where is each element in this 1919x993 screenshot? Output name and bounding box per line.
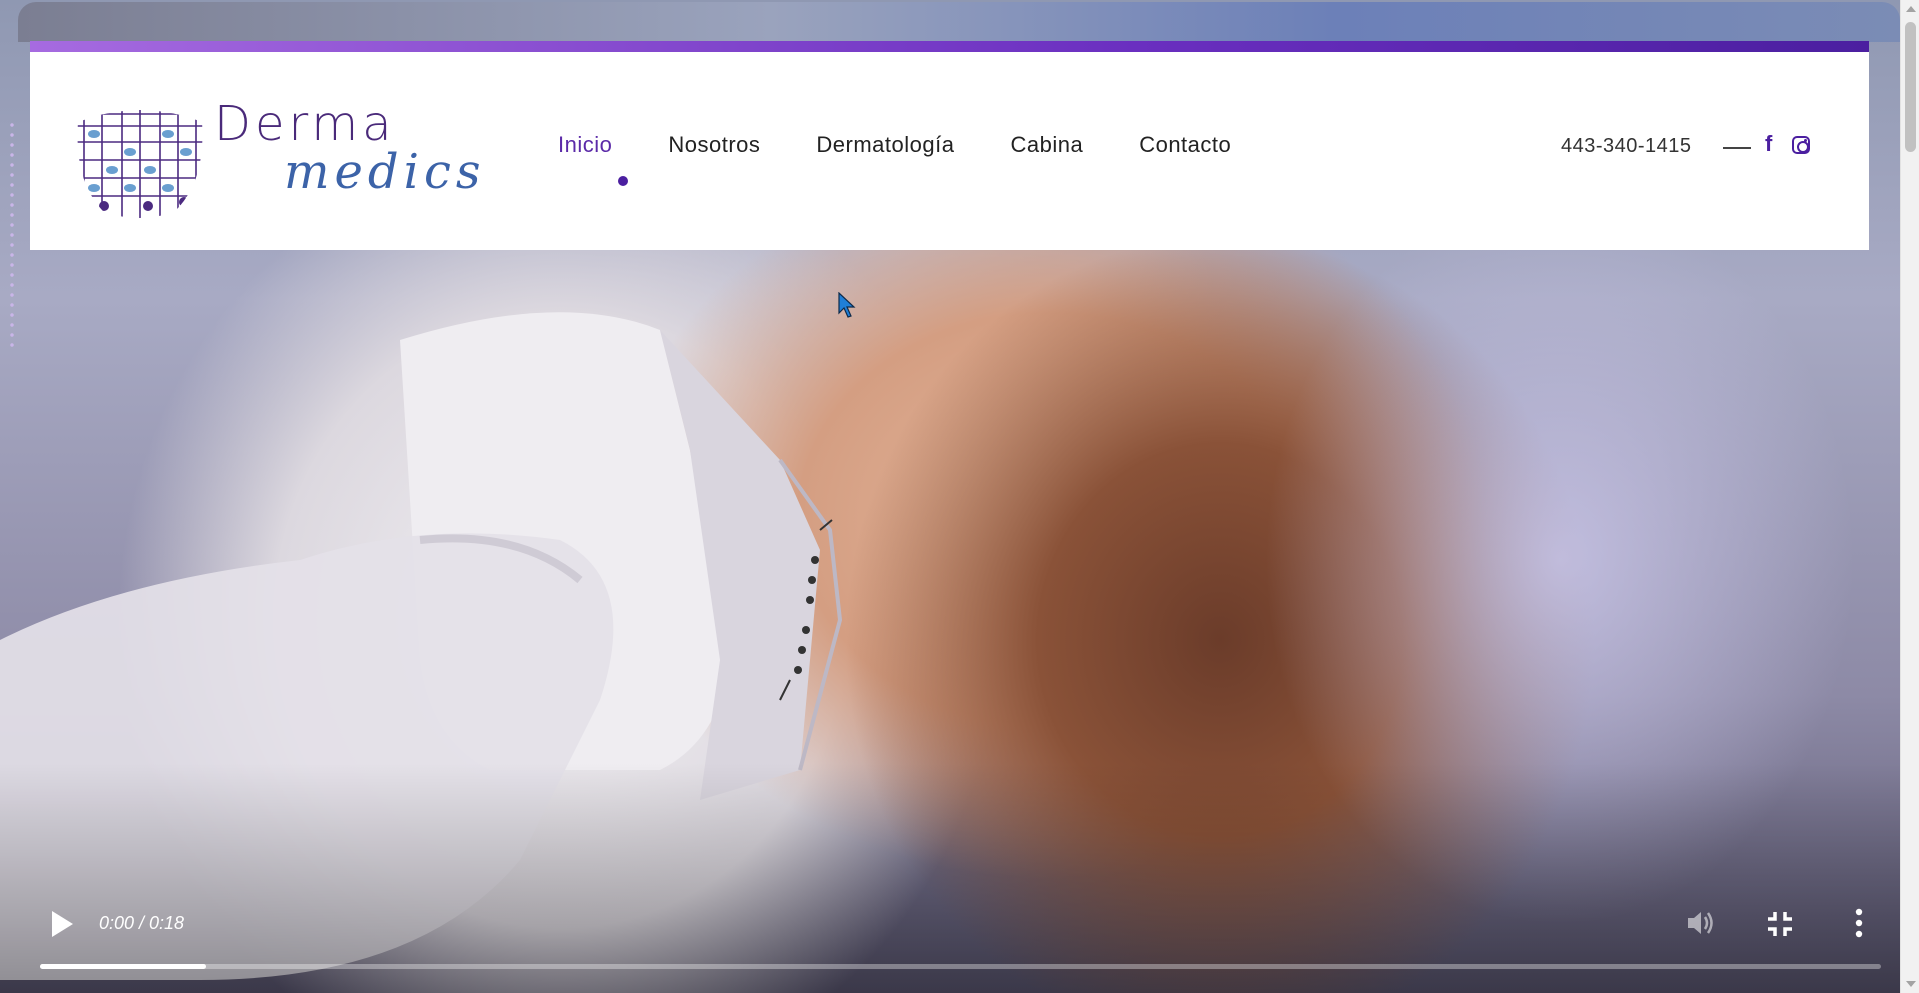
instagram-icon[interactable]: [1792, 136, 1810, 154]
nav-item-cabina[interactable]: Cabina: [1010, 132, 1083, 158]
facebook-icon[interactable]: f: [1765, 131, 1772, 157]
nav-active-indicator: [618, 176, 628, 186]
scroll-up-arrow-icon[interactable]: [1906, 6, 1916, 12]
site-header: Derma medics Inicio Nosotros Dermatologí…: [30, 41, 1869, 250]
video-time: 0:00 / 0:18: [99, 913, 185, 933]
nav-item-dermatologia[interactable]: Dermatología: [816, 132, 954, 158]
logo-cells-icon: [77, 110, 203, 218]
scroll-thumb[interactable]: [1905, 22, 1916, 152]
logo[interactable]: Derma medics: [74, 88, 481, 218]
phone-number[interactable]: 443-340-1415: [1561, 135, 1692, 158]
mouse-cursor-icon: [838, 292, 856, 318]
play-icon[interactable]: [46, 908, 76, 940]
main-nav: Inicio Nosotros Dermatología Cabina Cont…: [558, 132, 1287, 158]
separator-dash: [1723, 147, 1751, 149]
volume-icon[interactable]: [1684, 906, 1718, 940]
logo-text-medics: medics: [284, 144, 486, 200]
video-progress-bar[interactable]: [40, 964, 1881, 969]
video-controls-overlay: [0, 763, 1900, 993]
page-scrollbar[interactable]: [1900, 0, 1919, 993]
nav-item-nosotros[interactable]: Nosotros: [668, 132, 760, 158]
decorative-dots: [10, 120, 14, 350]
page-frame-top: [18, 2, 1900, 42]
nav-item-inicio[interactable]: Inicio: [558, 132, 612, 158]
nav-item-contacto[interactable]: Contacto: [1139, 132, 1231, 158]
video-page: Derma medics Inicio Nosotros Dermatologí…: [0, 0, 1900, 993]
video-progress-fill: [40, 964, 206, 969]
scroll-down-arrow-icon[interactable]: [1906, 981, 1916, 987]
more-vert-icon[interactable]: [1851, 907, 1867, 939]
exit-fullscreen-icon[interactable]: [1766, 910, 1794, 938]
